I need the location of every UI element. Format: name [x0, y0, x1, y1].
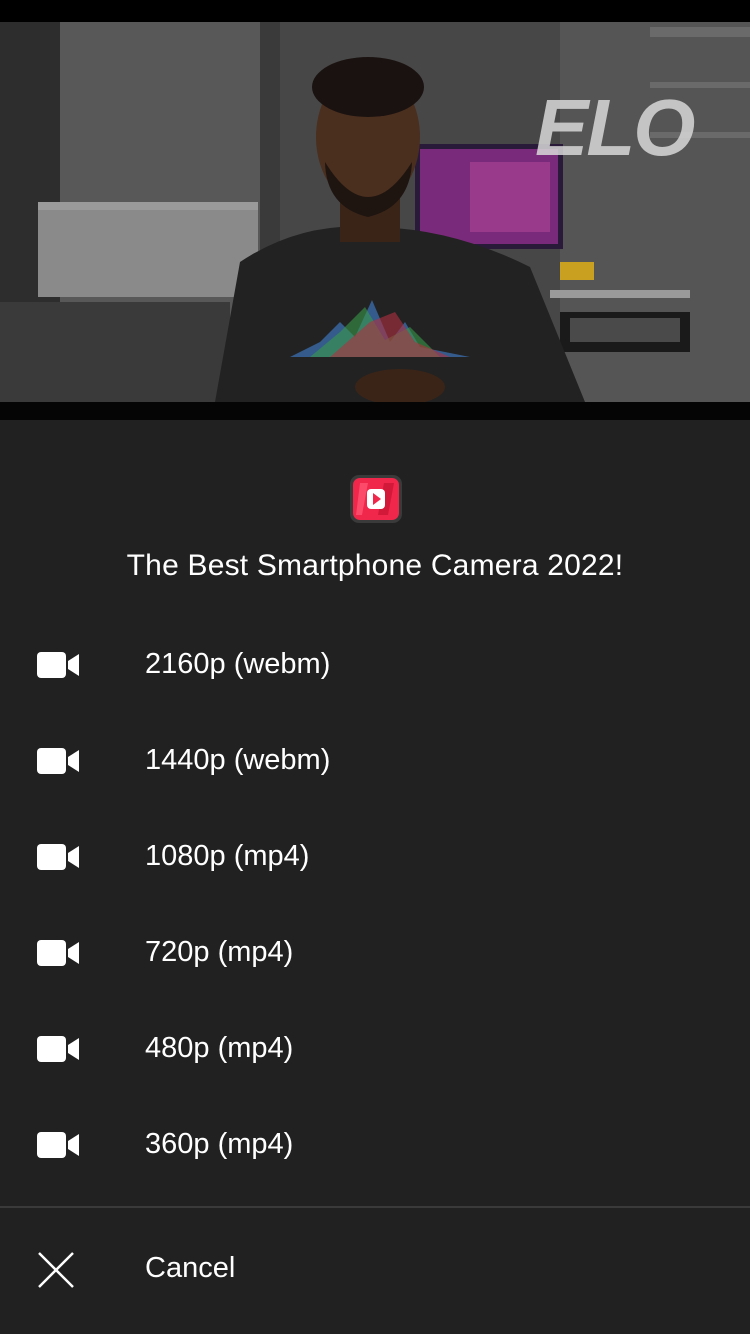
quality-option-label: 360p (mp4)	[145, 1128, 294, 1160]
quality-option-label: 720p (mp4)	[145, 936, 294, 968]
quality-option-label: 1080p (mp4)	[145, 840, 310, 872]
quality-option-720p[interactable]: 720p (mp4)	[0, 904, 750, 1000]
video-camera-icon	[37, 748, 79, 774]
top-black-bar	[0, 0, 750, 22]
video-play-app-icon	[348, 475, 404, 523]
cancel-button[interactable]: Cancel	[0, 1208, 750, 1334]
quality-option-1080p[interactable]: 1080p (mp4)	[0, 808, 750, 904]
quality-option-label: 2160p (webm)	[145, 648, 331, 680]
video-frame-illustration	[0, 22, 750, 402]
quality-option-label: 1440p (webm)	[145, 744, 331, 776]
video-watermark: ELO	[535, 83, 695, 172]
quality-option-480p[interactable]: 480p (mp4)	[0, 1000, 750, 1096]
video-camera-icon	[37, 940, 79, 966]
video-bottom-strip	[0, 402, 750, 422]
video-preview[interactable]: ELO	[0, 22, 750, 402]
video-camera-icon	[37, 1132, 79, 1158]
cancel-label: Cancel	[145, 1252, 236, 1284]
close-icon	[36, 1250, 76, 1290]
quality-option-label: 480p (mp4)	[145, 1032, 294, 1064]
video-title: The Best Smartphone Camera 2022!	[126, 549, 624, 582]
quality-option-2160p[interactable]: 2160p (webm)	[0, 616, 750, 712]
video-camera-icon	[37, 652, 79, 678]
quality-option-360p[interactable]: 360p (mp4)	[0, 1096, 750, 1192]
video-camera-icon	[37, 1036, 79, 1062]
quality-option-1440p[interactable]: 1440p (webm)	[0, 712, 750, 808]
video-camera-icon	[37, 844, 79, 870]
